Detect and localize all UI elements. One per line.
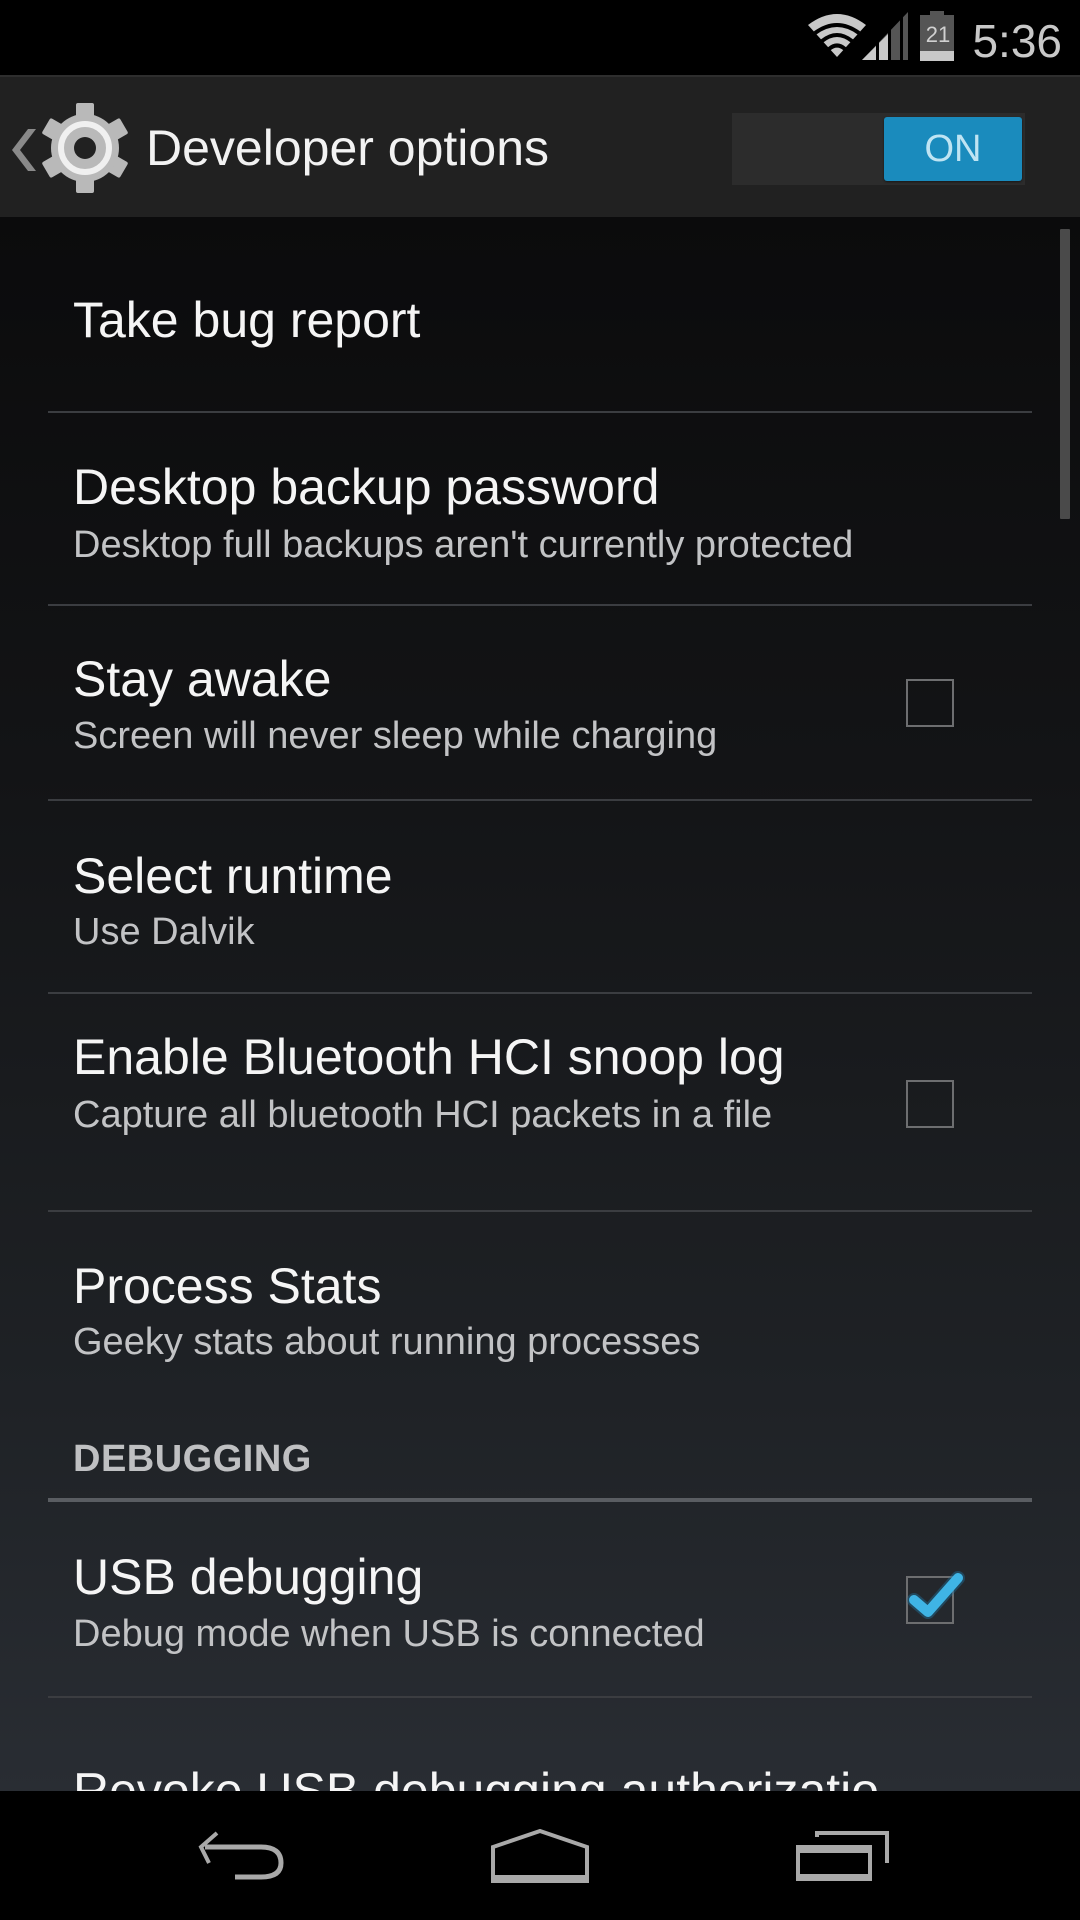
settings-gear-icon bbox=[42, 103, 128, 193]
pref-summary: Debug mode when USB is connected bbox=[73, 1613, 705, 1655]
pref-title: Process Stats bbox=[73, 1258, 382, 1314]
switch-thumb-on: ON bbox=[884, 117, 1022, 181]
pref-bluetooth-hci-snoop-log[interactable]: Enable Bluetooth HCI snoop log Capture a… bbox=[0, 994, 1080, 1210]
up-navigation-button[interactable]: Developer options bbox=[0, 77, 560, 217]
developer-options-switch[interactable]: ON bbox=[732, 113, 1025, 185]
stay-awake-checkbox[interactable] bbox=[906, 679, 954, 727]
pref-summary: Geeky stats about running processes bbox=[73, 1321, 701, 1363]
nav-back-button[interactable] bbox=[141, 1791, 341, 1920]
usb-debugging-checkbox[interactable] bbox=[906, 1571, 965, 1624]
wifi-icon bbox=[808, 14, 866, 57]
cell-signal-icon bbox=[862, 12, 908, 60]
pref-usb-debugging[interactable]: USB debugging Debug mode when USB is con… bbox=[0, 1502, 1080, 1696]
status-bar: 21 5:36 bbox=[0, 0, 1080, 75]
nav-recent-apps-button[interactable] bbox=[742, 1791, 942, 1920]
navigation-bar bbox=[0, 1791, 1080, 1920]
bluetooth-hci-snoop-checkbox[interactable] bbox=[906, 1080, 954, 1128]
back-icon bbox=[198, 1830, 284, 1879]
pref-process-stats[interactable]: Process Stats Geeky stats about running … bbox=[0, 1212, 1080, 1392]
page-title: Developer options bbox=[146, 120, 550, 176]
pref-title: Stay awake bbox=[73, 651, 332, 707]
pref-title: Desktop backup password bbox=[73, 459, 660, 515]
pref-title: Select runtime bbox=[73, 848, 393, 904]
nav-home-button[interactable] bbox=[440, 1791, 640, 1920]
pref-summary: Screen will never sleep while charging bbox=[73, 715, 718, 757]
action-bar: Developer options ON bbox=[0, 75, 1080, 217]
pref-desktop-backup-password[interactable]: Desktop backup password Desktop full bac… bbox=[0, 413, 1080, 605]
pref-summary: Desktop full backups aren't currently pr… bbox=[73, 524, 854, 566]
pref-select-runtime[interactable]: Select runtime Use Dalvik bbox=[0, 801, 1080, 993]
recent-apps-icon bbox=[796, 1830, 889, 1881]
pref-title: USB debugging bbox=[73, 1549, 424, 1605]
preference-list[interactable]: Take bug report Desktop backup password … bbox=[0, 217, 1080, 1791]
category-debugging: DEBUGGING bbox=[73, 1438, 312, 1480]
pref-revoke-usb-debugging[interactable]: Revoke USB debugging authorizatio bbox=[0, 1698, 1080, 1791]
checkmark-icon bbox=[907, 1571, 965, 1619]
pref-stay-awake[interactable]: Stay awake Screen will never sleep while… bbox=[0, 606, 1080, 800]
pref-title: Revoke USB debugging authorizatio bbox=[73, 1763, 880, 1791]
battery-level: 21 bbox=[925, 22, 951, 47]
pref-summary: Capture all bluetooth HCI packets in a f… bbox=[73, 1094, 773, 1136]
pref-take-bug-report[interactable]: Take bug report bbox=[0, 217, 1080, 412]
chevron-left-icon bbox=[12, 129, 36, 171]
status-time: 5:36 bbox=[972, 15, 1062, 67]
home-icon bbox=[491, 1828, 589, 1883]
pref-title: Take bug report bbox=[73, 292, 421, 348]
pref-title: Enable Bluetooth HCI snoop log bbox=[73, 1029, 785, 1085]
pref-summary: Use Dalvik bbox=[73, 911, 255, 953]
